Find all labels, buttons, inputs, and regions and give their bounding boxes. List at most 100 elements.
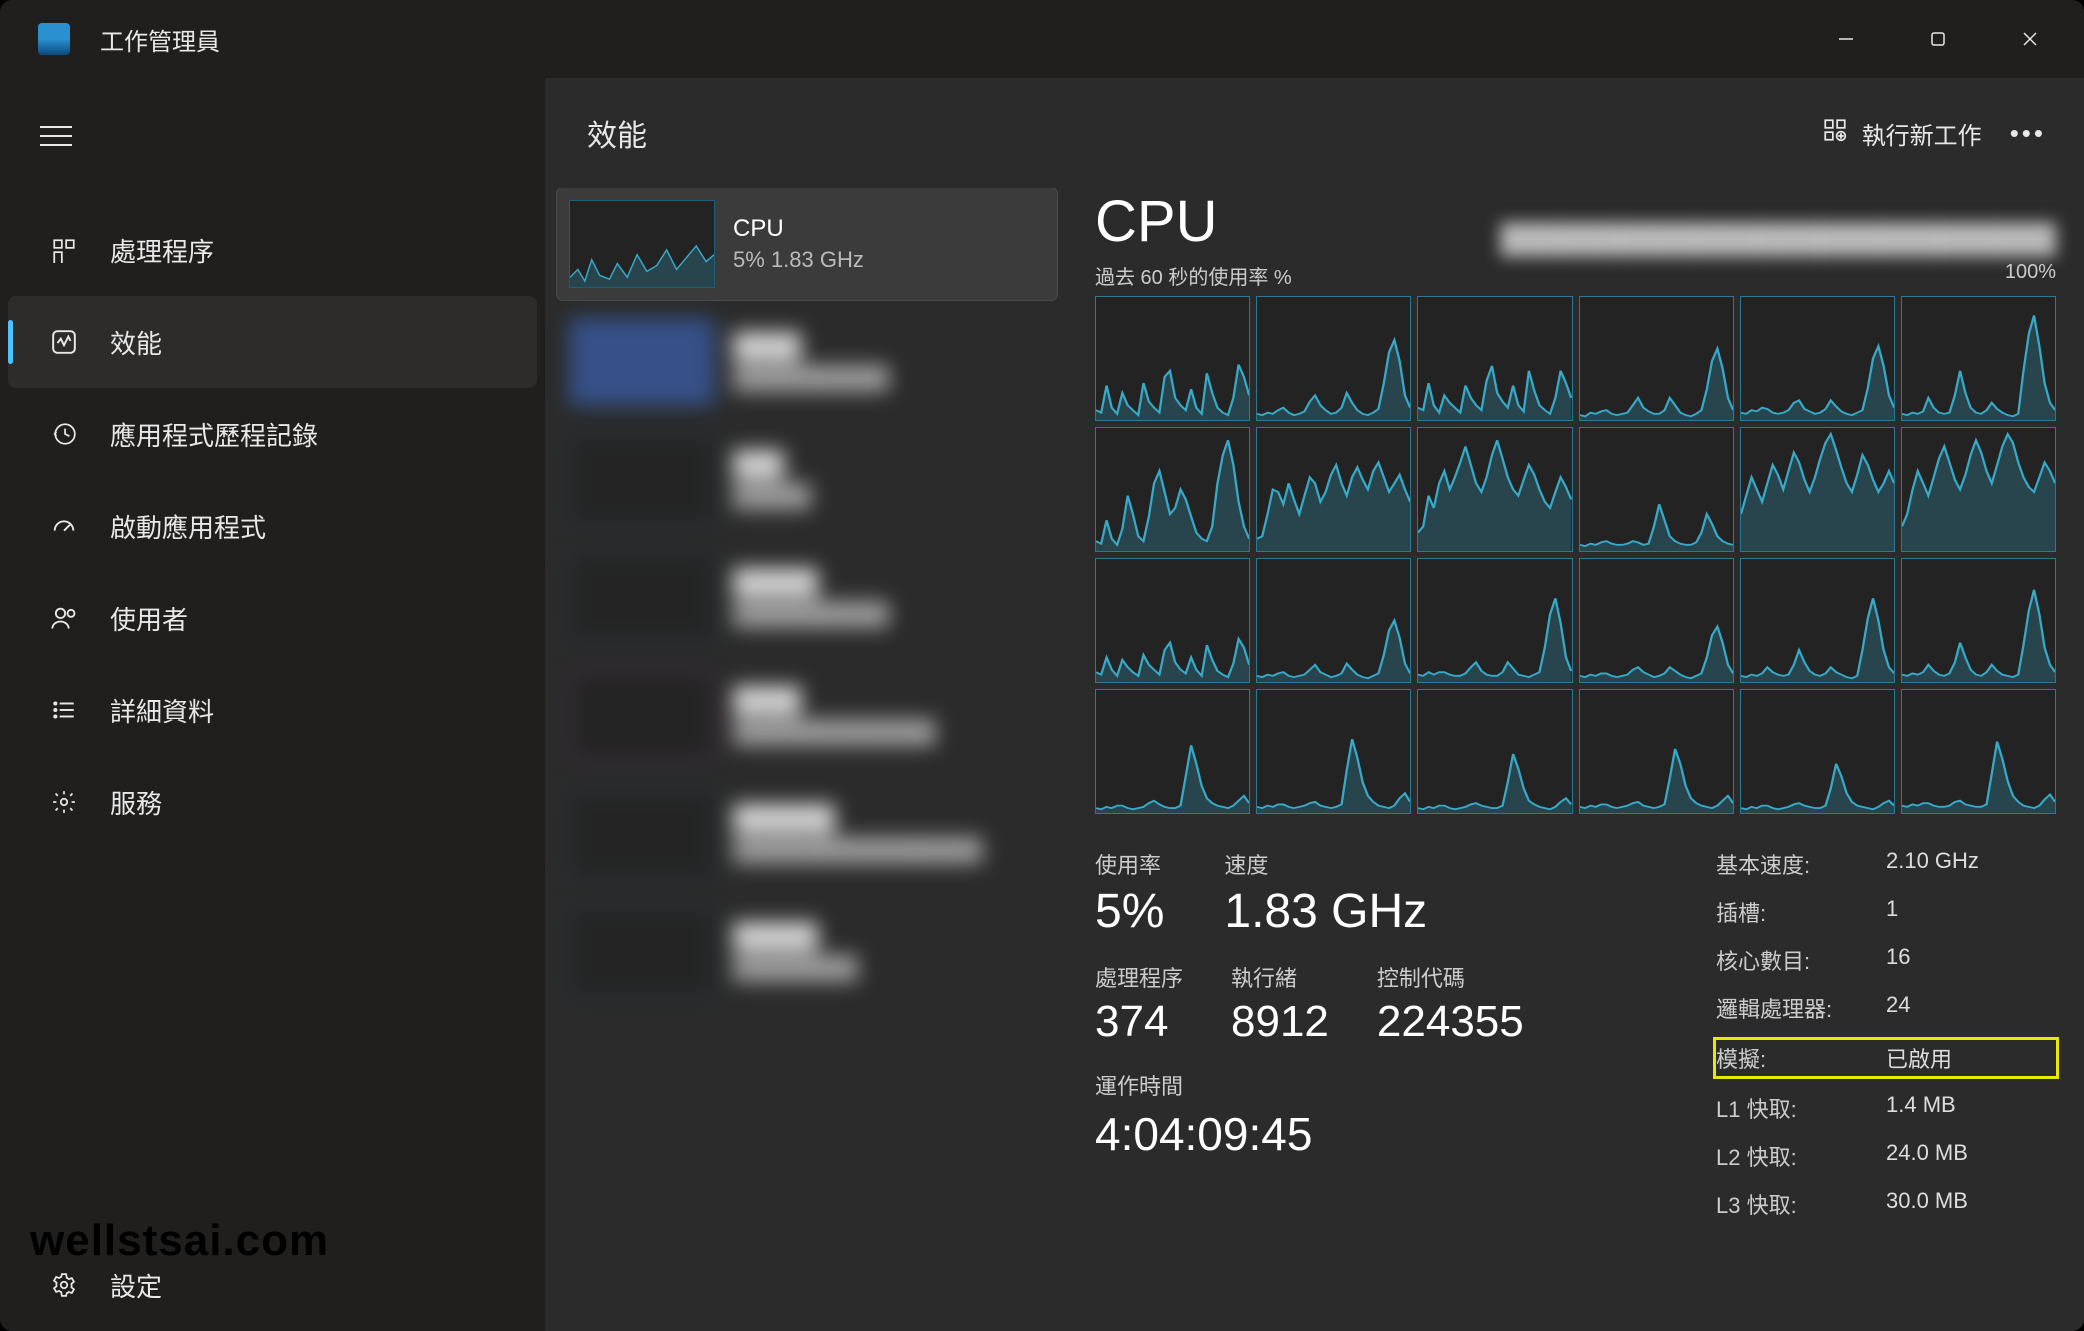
stat-utilization: 使用率 5%	[1095, 848, 1164, 939]
app-title: 工作管理員	[100, 22, 220, 57]
cpu-core-chart-15	[1579, 558, 1734, 683]
content-area: 效能 執行新工作 •••	[545, 78, 2084, 1331]
nav-startup[interactable]: 啟動應用程式	[8, 480, 537, 572]
cpu-core-chart-18	[1095, 689, 1250, 814]
close-button[interactable]	[1984, 13, 2076, 65]
graph-caption-left: 過去 60 秒的使用率 %	[1095, 261, 1292, 290]
users-icon	[48, 602, 80, 634]
task-manager-window: 工作管理員 處理程序 效能 應用程式歷程記錄 啟動應用程式	[0, 0, 2084, 1331]
resource-item-blurred[interactable]: ██████████████	[557, 306, 1057, 418]
gauge-icon	[48, 510, 80, 542]
cpu-spec-table: 基本速度:2.10 GHz 插槽:1 核心數目:16 邏輯處理器:24 模擬:已…	[1716, 848, 2056, 1220]
spec-label: 基本速度:	[1716, 848, 1886, 880]
cpu-core-chart-16	[1740, 558, 1895, 683]
run-task-icon	[1822, 117, 1848, 150]
resource-item-blurred[interactable]: █████████████	[557, 896, 1057, 1008]
app-icon	[38, 23, 70, 55]
titlebar[interactable]: 工作管理員	[0, 0, 2084, 78]
cpu-core-chart-3	[1579, 296, 1734, 421]
spec-value: 16	[1886, 944, 2056, 976]
watermark: wellstsai.com	[30, 1216, 329, 1266]
maximize-button[interactable]	[1892, 13, 1984, 65]
cpu-core-chart-22	[1740, 689, 1895, 814]
resource-item-blurred[interactable]: █████████████████	[557, 660, 1057, 772]
resource-item-blurred[interactable]: ████████	[557, 424, 1057, 536]
grid-icon	[48, 234, 80, 266]
more-options-button[interactable]: •••	[2010, 118, 2046, 149]
stat-handles: 控制代碼 224355	[1377, 961, 1524, 1047]
cpu-core-grid	[1095, 296, 2056, 814]
spec-label: 插槽:	[1716, 896, 1886, 928]
cpu-stats: 使用率 5% 速度 1.83 GHz 處理程序	[1095, 848, 2056, 1220]
cpu-core-chart-10	[1740, 427, 1895, 552]
cpu-core-chart-9	[1579, 427, 1734, 552]
nav-label: 啟動應用程式	[110, 508, 266, 545]
stat-threads: 執行緒 8912	[1231, 961, 1329, 1047]
nav-label: 詳細資料	[110, 692, 214, 729]
cpu-core-chart-19	[1256, 689, 1411, 814]
spec-value: 30.0 MB	[1886, 1188, 2056, 1220]
cpu-core-chart-21	[1579, 689, 1734, 814]
spec-label: 邏輯處理器:	[1716, 992, 1886, 1024]
nav-users[interactable]: 使用者	[8, 572, 537, 664]
sidebar: 處理程序 效能 應用程式歷程記錄 啟動應用程式 使用者 詳細資料	[0, 78, 545, 1331]
cpu-core-chart-12	[1095, 558, 1250, 683]
cpu-detail: CPU ████████████████████████████ 過去 60 秒…	[1057, 188, 2056, 1303]
settings-icon	[48, 1269, 80, 1301]
stat-processes: 處理程序 374	[1095, 961, 1183, 1047]
nav-app-history[interactable]: 應用程式歷程記錄	[8, 388, 537, 480]
list-icon	[48, 694, 80, 726]
cpu-thumbnail	[569, 200, 715, 288]
resource-item-blurred[interactable]: ██████████████████████	[557, 778, 1057, 890]
nav-label: 應用程式歷程記錄	[110, 416, 318, 453]
spec-virtualization-highlighted: 模擬:已啟用	[1716, 1040, 2056, 1076]
spec-value: 24.0 MB	[1886, 1140, 2056, 1172]
spec-label: L3 快取:	[1716, 1188, 1886, 1220]
spec-value: 已啟用	[1886, 1042, 2056, 1074]
cpu-core-chart-17	[1901, 558, 2056, 683]
cpu-core-chart-2	[1417, 296, 1572, 421]
resource-subtext: 5% 1.83 GHz	[733, 247, 864, 273]
nav-details[interactable]: 詳細資料	[8, 664, 537, 756]
nav-label: 處理程序	[110, 232, 214, 269]
spec-label: 核心數目:	[1716, 944, 1886, 976]
cpu-core-chart-7	[1256, 427, 1411, 552]
resource-item-cpu[interactable]: CPU 5% 1.83 GHz	[557, 188, 1057, 300]
spec-value: 24	[1886, 992, 2056, 1024]
spec-value: 1	[1886, 896, 2056, 928]
cpu-core-chart-5	[1901, 296, 2056, 421]
nav-performance[interactable]: 效能	[8, 296, 537, 388]
cpu-core-chart-8	[1417, 427, 1572, 552]
graph-caption-right: 100%	[2005, 261, 2056, 290]
resource-item-blurred[interactable]: ███████████████	[557, 542, 1057, 654]
content-title: 效能	[587, 111, 647, 155]
stat-speed: 速度 1.83 GHz	[1224, 848, 1427, 939]
cpu-core-chart-0	[1095, 296, 1250, 421]
cpu-core-chart-4	[1740, 296, 1895, 421]
hamburger-button[interactable]	[28, 108, 84, 164]
minimize-button[interactable]	[1800, 13, 1892, 65]
resource-list: CPU 5% 1.83 GHz ██████████████ ████████ …	[557, 188, 1057, 1303]
cpu-model-blurred: ████████████████████████████	[1501, 223, 2056, 255]
nav-label: 效能	[110, 324, 162, 361]
nav-processes[interactable]: 處理程序	[8, 204, 537, 296]
content-header: 效能 執行新工作 •••	[545, 78, 2084, 188]
cpu-title: CPU	[1095, 188, 1217, 255]
cpu-core-chart-1	[1256, 296, 1411, 421]
cpu-core-chart-13	[1256, 558, 1411, 683]
run-task-label: 執行新工作	[1862, 116, 1982, 151]
cpu-core-chart-23	[1901, 689, 2056, 814]
cpu-core-chart-20	[1417, 689, 1572, 814]
gear-icon	[48, 786, 80, 818]
spec-value: 1.4 MB	[1886, 1092, 2056, 1124]
run-new-task-button[interactable]: 執行新工作	[1822, 116, 1982, 151]
spec-label: L2 快取:	[1716, 1140, 1886, 1172]
window-controls	[1800, 13, 2076, 65]
nav-label: 使用者	[110, 600, 188, 637]
resource-name: CPU	[733, 215, 864, 243]
cpu-core-chart-14	[1417, 558, 1572, 683]
stat-uptime: 運作時間 4:04:09:45	[1095, 1069, 1524, 1161]
nav-services[interactable]: 服務	[8, 756, 537, 848]
nav-label: 服務	[110, 784, 162, 821]
cpu-core-chart-11	[1901, 427, 2056, 552]
